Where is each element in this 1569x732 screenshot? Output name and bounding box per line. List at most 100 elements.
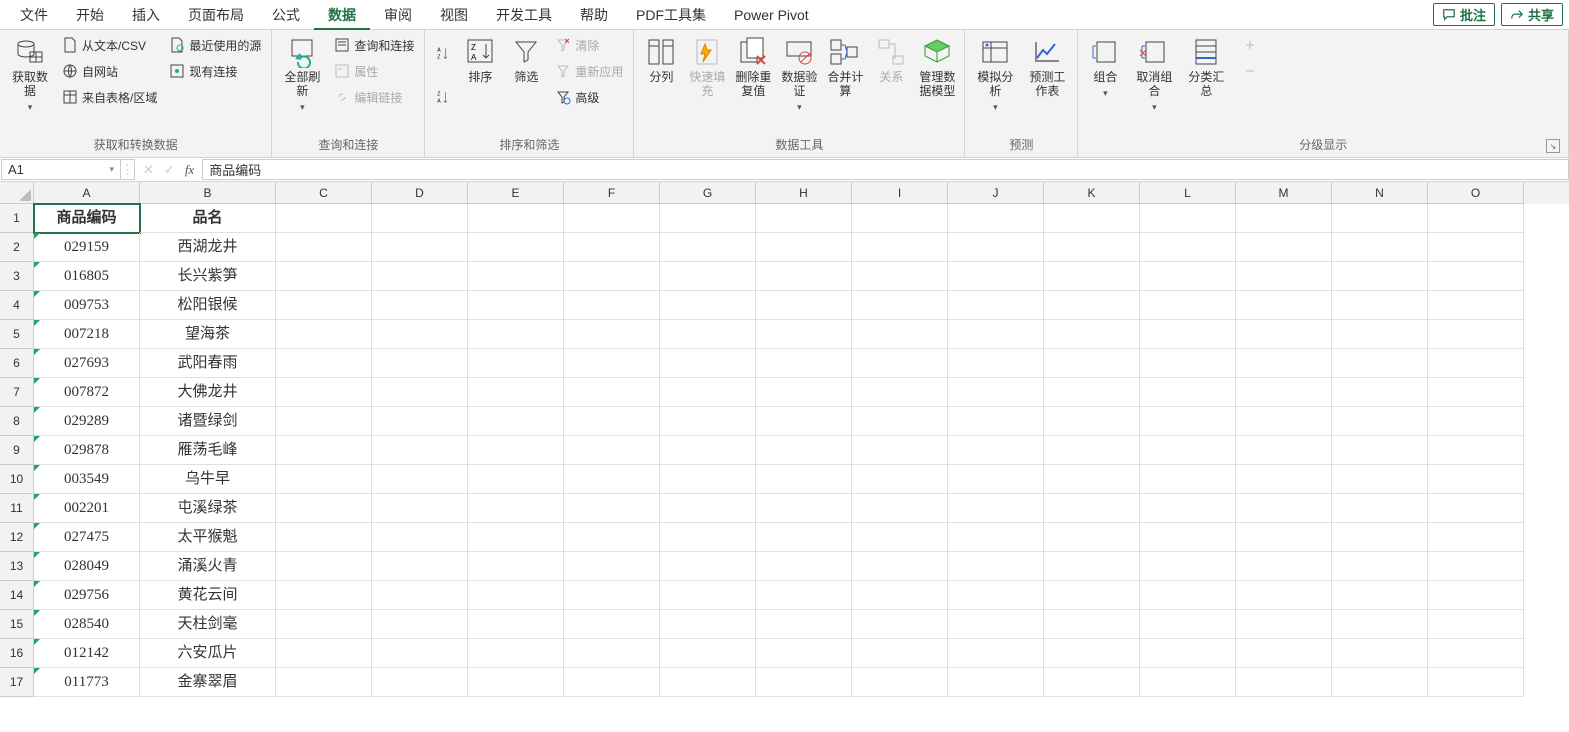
cell-empty[interactable] xyxy=(852,407,948,436)
show-detail-button[interactable] xyxy=(1238,34,1262,56)
cell-empty[interactable] xyxy=(1428,291,1524,320)
cell-empty[interactable] xyxy=(1236,378,1332,407)
cell-empty[interactable] xyxy=(1332,494,1428,523)
from-web-button[interactable]: 自网站 xyxy=(58,60,161,82)
cell-code[interactable]: 007872 xyxy=(34,378,140,407)
cell-empty[interactable] xyxy=(372,610,468,639)
cell-empty[interactable] xyxy=(756,581,852,610)
share-button[interactable]: 共享 xyxy=(1501,3,1563,26)
cell-empty[interactable] xyxy=(756,610,852,639)
cell-empty[interactable] xyxy=(372,378,468,407)
cell-empty[interactable] xyxy=(372,320,468,349)
cell-empty[interactable] xyxy=(948,233,1044,262)
cell-empty[interactable] xyxy=(1236,465,1332,494)
cell-empty[interactable] xyxy=(948,378,1044,407)
cell-empty[interactable] xyxy=(948,552,1044,581)
cell-empty[interactable] xyxy=(276,465,372,494)
cell-empty[interactable] xyxy=(1044,407,1140,436)
cell-empty[interactable] xyxy=(468,262,564,291)
cell-empty[interactable] xyxy=(948,639,1044,668)
cell-empty[interactable] xyxy=(1236,349,1332,378)
cell-empty[interactable] xyxy=(756,465,852,494)
cell-empty[interactable] xyxy=(1428,204,1524,233)
row-header[interactable]: 1 xyxy=(0,204,34,233)
name-box[interactable]: A1 ▾ xyxy=(1,159,121,180)
cell-empty[interactable] xyxy=(276,668,372,697)
cell-empty[interactable] xyxy=(660,407,756,436)
cell-empty[interactable] xyxy=(564,581,660,610)
cell-empty[interactable] xyxy=(1044,494,1140,523)
cell-empty[interactable] xyxy=(1332,639,1428,668)
cell-empty[interactable] xyxy=(1044,668,1140,697)
cell-empty[interactable] xyxy=(1236,320,1332,349)
cell-empty[interactable] xyxy=(660,349,756,378)
cell-empty[interactable] xyxy=(1236,204,1332,233)
cell-empty[interactable] xyxy=(1140,436,1236,465)
cell-empty[interactable] xyxy=(852,262,948,291)
cell-empty[interactable] xyxy=(852,523,948,552)
cell-empty[interactable] xyxy=(564,291,660,320)
cell-empty[interactable] xyxy=(1140,639,1236,668)
cell-name[interactable]: 六安瓜片 xyxy=(140,639,276,668)
cell-empty[interactable] xyxy=(1428,494,1524,523)
cell-empty[interactable] xyxy=(564,523,660,552)
cell-empty[interactable] xyxy=(276,552,372,581)
cell-name[interactable]: 长兴紫笋 xyxy=(140,262,276,291)
from-table-range-button[interactable]: 来自表格/区域 xyxy=(58,86,161,108)
cell-empty[interactable] xyxy=(660,436,756,465)
cell-empty[interactable] xyxy=(948,291,1044,320)
chevron-down-icon[interactable]: ▾ xyxy=(109,164,114,175)
cell-empty[interactable] xyxy=(1428,233,1524,262)
cell-empty[interactable] xyxy=(468,552,564,581)
cell-empty[interactable] xyxy=(468,610,564,639)
manage-data-model-button[interactable]: 管理数据模型 xyxy=(916,34,958,134)
cell-empty[interactable] xyxy=(756,552,852,581)
cell-empty[interactable] xyxy=(852,610,948,639)
cell-empty[interactable] xyxy=(852,436,948,465)
tab-data[interactable]: 数据 xyxy=(314,0,370,30)
cell-empty[interactable] xyxy=(756,407,852,436)
cell-empty[interactable] xyxy=(852,581,948,610)
cell-empty[interactable] xyxy=(948,610,1044,639)
row-header[interactable]: 9 xyxy=(0,436,34,465)
cell-empty[interactable] xyxy=(852,320,948,349)
row-header[interactable]: 13 xyxy=(0,552,34,581)
row-header[interactable]: 10 xyxy=(0,465,34,494)
cell-empty[interactable] xyxy=(1236,233,1332,262)
cell-empty[interactable] xyxy=(660,668,756,697)
row-header[interactable]: 2 xyxy=(0,233,34,262)
recent-sources-button[interactable]: 最近使用的源 xyxy=(165,34,265,56)
cell-empty[interactable] xyxy=(852,465,948,494)
tab-insert[interactable]: 插入 xyxy=(118,0,174,30)
cell-empty[interactable] xyxy=(1332,320,1428,349)
cell-empty[interactable] xyxy=(1044,581,1140,610)
col-header-F[interactable]: F xyxy=(564,182,660,204)
cell-empty[interactable] xyxy=(1140,581,1236,610)
col-header-M[interactable]: M xyxy=(1236,182,1332,204)
cell-empty[interactable] xyxy=(276,204,372,233)
row-header[interactable]: 5 xyxy=(0,320,34,349)
cell-empty[interactable] xyxy=(660,262,756,291)
cell-code[interactable]: 002201 xyxy=(34,494,140,523)
cell-empty[interactable] xyxy=(1236,262,1332,291)
cell-empty[interactable] xyxy=(756,291,852,320)
queries-connections-button[interactable]: 查询和连接 xyxy=(330,34,418,56)
cell-empty[interactable] xyxy=(468,320,564,349)
cell-code[interactable]: 029756 xyxy=(34,581,140,610)
cell-empty[interactable] xyxy=(852,349,948,378)
cell-empty[interactable] xyxy=(756,378,852,407)
cell-empty[interactable] xyxy=(1332,407,1428,436)
cell-empty[interactable] xyxy=(1140,465,1236,494)
text-to-columns-button[interactable]: 分列 xyxy=(640,34,682,134)
cell-empty[interactable] xyxy=(1332,581,1428,610)
row-header[interactable]: 6 xyxy=(0,349,34,378)
tab-developer[interactable]: 开发工具 xyxy=(482,0,566,30)
cell-empty[interactable] xyxy=(852,204,948,233)
cell-empty[interactable] xyxy=(276,523,372,552)
cell-empty[interactable] xyxy=(564,233,660,262)
cell-empty[interactable] xyxy=(1044,552,1140,581)
refresh-all-button[interactable]: 全部刷新 ▾ xyxy=(278,34,326,134)
cell-empty[interactable] xyxy=(1332,552,1428,581)
cell-empty[interactable] xyxy=(756,668,852,697)
cell-empty[interactable] xyxy=(1428,320,1524,349)
